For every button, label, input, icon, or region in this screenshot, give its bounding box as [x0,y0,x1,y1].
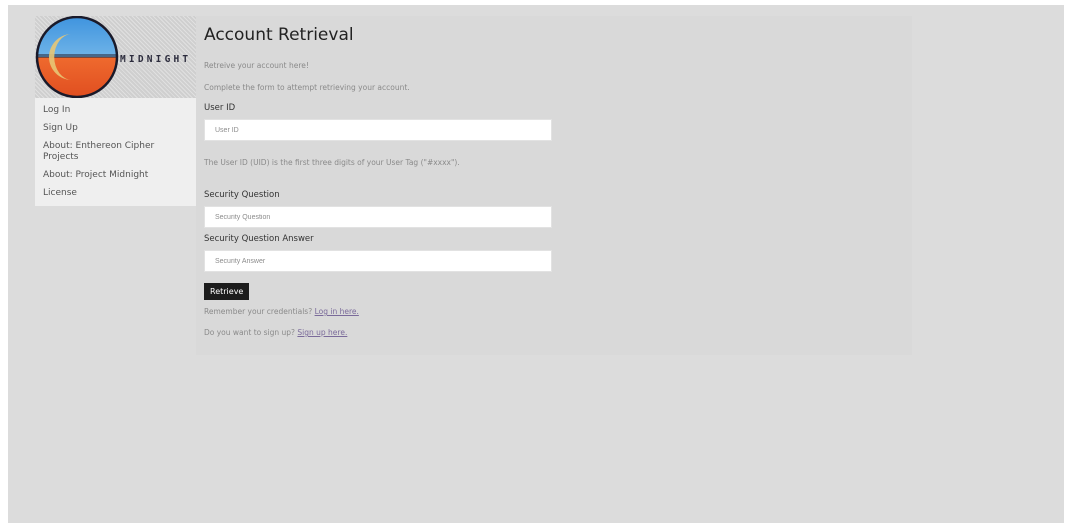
user-id-input[interactable] [204,119,552,141]
security-question-input[interactable] [204,206,552,228]
sidebar-item-log-in[interactable]: Log In [35,102,196,120]
sign-up-link[interactable]: Sign up here. [297,328,347,337]
instructions-text: Complete the form to attempt retrieving … [204,83,410,92]
logo-wordmark: MIDNIGHT [120,54,192,65]
user-id-label: User ID [204,103,236,113]
page-title: Account Retrieval [204,25,354,45]
sidebar-item-sign-up[interactable]: Sign Up [35,120,196,138]
sidebar-item-license[interactable]: License [35,185,196,203]
sign-up-prompt: Do you want to sign up? [204,328,298,337]
main-panel: Account Retrieval Retreive your account … [196,16,912,355]
security-question-label: Security Question [204,190,280,200]
log-in-link[interactable]: Log in here. [315,307,359,316]
retrieve-button[interactable]: Retrieve [204,283,250,300]
security-answer-input[interactable] [204,250,552,272]
remember-prompt: Remember your credentials? [204,307,315,316]
sign-up-prompt-text: Do you want to sign up? Sign up here. [204,328,347,337]
sidebar-item-about-midnight[interactable]: About: Project Midnight [35,167,196,185]
sidebar-nav: Log In Sign Up About: Enthereon Cipher P… [35,98,196,206]
security-answer-label: Security Question Answer [204,234,314,244]
remember-credentials-text: Remember your credentials? Log in here. [204,307,359,316]
sidebar-item-about-enthereon[interactable]: About: Enthereon Cipher Projects [35,138,196,167]
user-id-help-text: The User ID (UID) is the first three dig… [204,158,460,167]
sidebar: MIDNIGHT Log In Sign Up About: Enthereon… [35,16,196,206]
page-background: MIDNIGHT Log In Sign Up About: Enthereon… [8,5,1064,523]
site-logo[interactable]: MIDNIGHT [35,16,196,98]
intro-text: Retreive your account here! [204,61,309,70]
